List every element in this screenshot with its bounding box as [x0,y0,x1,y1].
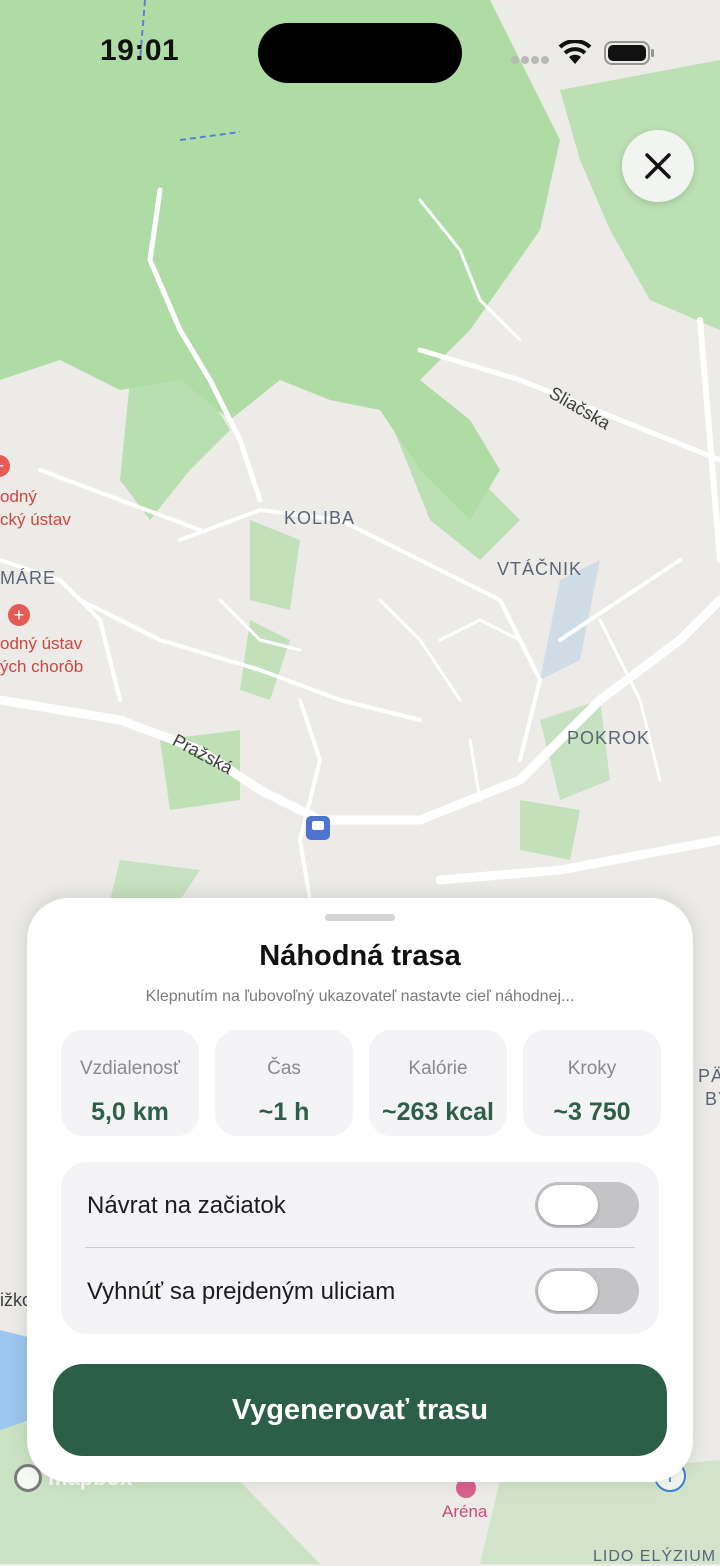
map-label-koliba: KOLIBA [284,508,356,528]
avoid-walked-streets-toggle[interactable] [535,1268,639,1314]
map-label-right-edge-2: BY [705,1089,720,1109]
stat-card-calories[interactable]: Kalórie ~263 kcal [369,1030,507,1136]
close-button[interactable] [622,130,694,202]
map-label-vtacnik: VTÁČNIK [497,559,583,579]
sheet-title: Náhodná trasa [259,940,461,972]
poi-label-line: odný [0,487,37,506]
battery-icon [604,41,654,65]
toggle-knob [538,1185,598,1225]
stat-card-steps[interactable]: Kroky ~3 750 [523,1030,661,1136]
map-label-right-edge-1: PÄ [698,1066,720,1086]
option-label: Vyhnúť sa prejdeným uliciam [87,1278,396,1305]
status-bar: 19:01 [0,0,720,100]
hospital-icon: + [8,604,30,626]
stat-card-distance[interactable]: Vzdialenosť 5,0 km [61,1030,199,1136]
stat-label: Čas [267,1058,301,1079]
option-return-to-start: Návrat na začiatok [61,1162,659,1248]
sheet-grabber[interactable] [325,914,395,921]
generate-route-button[interactable]: Vygenerovať trasu [53,1364,667,1456]
option-avoid-walked-streets: Vyhnúť sa prejdeným uliciam [61,1248,659,1334]
poi-label-line: odný ústav [0,634,83,653]
option-label: Návrat na začiatok [87,1192,286,1219]
wifi-icon [558,40,592,64]
stat-value: ~3 750 [553,1098,631,1126]
poi-label-arena: Aréna [442,1502,488,1521]
stat-label: Kalórie [408,1058,468,1079]
stat-value: ~263 kcal [382,1098,494,1126]
stat-label: Vzdialenosť [79,1058,181,1079]
route-options: Návrat na začiatok Vyhnúť sa prejdeným u… [61,1162,659,1334]
dynamic-island [258,23,462,83]
stat-value: ~1 h [258,1098,310,1126]
stat-card-time[interactable]: Čas ~1 h [215,1030,353,1136]
random-route-sheet: Náhodná trasa Klepnutím na ľubovoľný uka… [27,898,693,1482]
return-to-start-toggle[interactable] [535,1182,639,1228]
map-label-lido: LIDO ELÝZIUM [593,1548,717,1565]
stat-value: 5,0 km [91,1098,169,1126]
map-label-kamare: MÁRE [0,568,57,588]
signal-icon [511,56,549,64]
toggle-knob [538,1271,598,1311]
poi-label-line: ých chorôb [0,657,84,676]
close-icon [645,153,671,179]
poi-label-line: cký ústav [0,510,71,529]
map-label-pokrok: POKROK [567,728,651,748]
stat-label: Kroky [567,1058,617,1079]
sheet-subtitle: Klepnutím na ľubovoľný ukazovateľ nastav… [145,988,575,1005]
status-time: 19:01 [100,34,180,67]
